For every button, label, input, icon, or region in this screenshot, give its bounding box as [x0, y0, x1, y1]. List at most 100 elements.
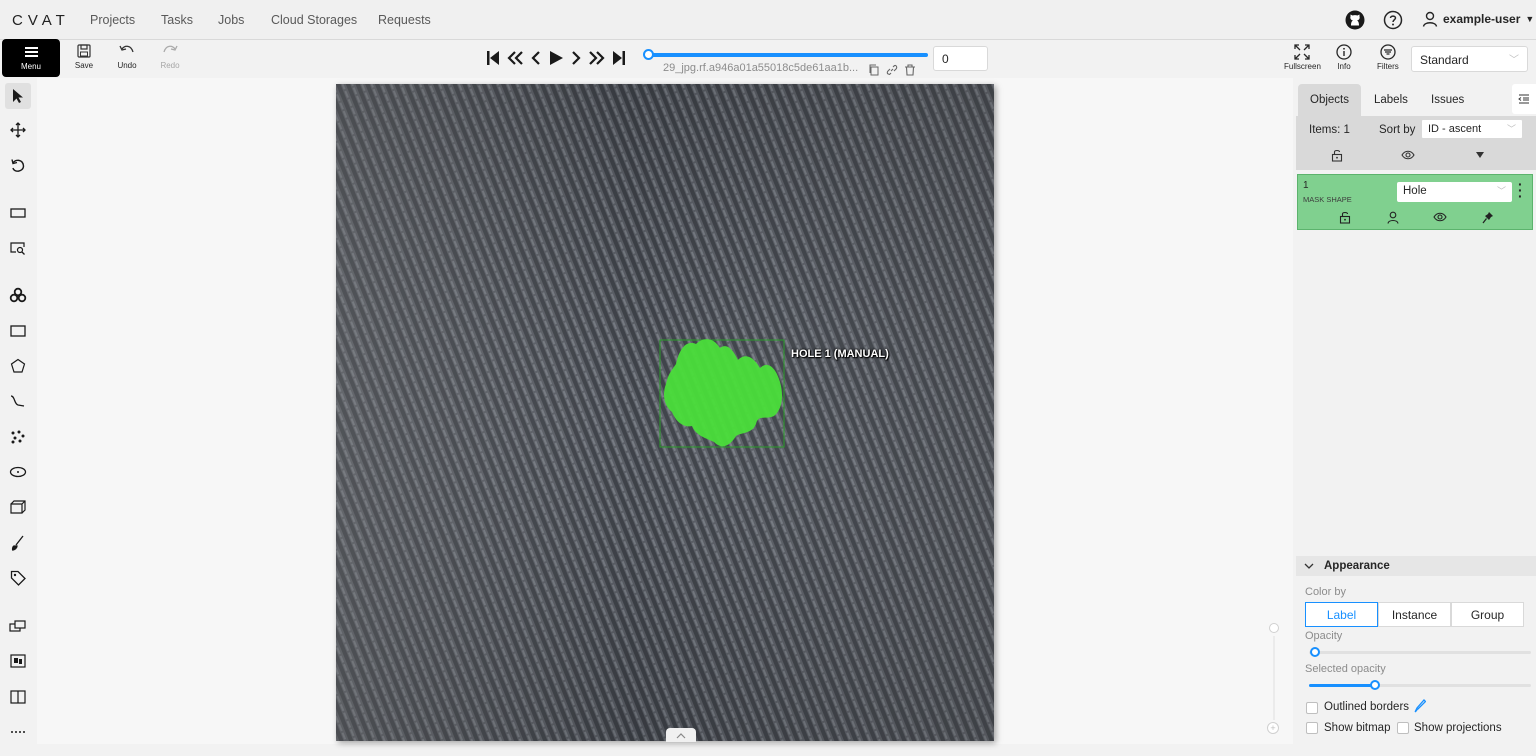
- top-navigation-bar: CVAT Projects Tasks Jobs Cloud Storages …: [0, 0, 1536, 40]
- menu-button[interactable]: Menu: [2, 39, 60, 77]
- ai-tools-icon: [9, 287, 27, 303]
- more-tools[interactable]: [5, 719, 31, 745]
- object-label-select[interactable]: Hole ﹀: [1397, 182, 1512, 202]
- show-projections-checkbox[interactable]: [1397, 722, 1409, 734]
- appearance-panel: Appearance Color by Label Instance Group…: [1296, 556, 1536, 756]
- draw-cuboid-tool[interactable]: [5, 494, 31, 520]
- fullscreen-icon: [1294, 44, 1311, 60]
- cvat-logo[interactable]: CVAT: [12, 12, 70, 29]
- cursor-icon: [13, 89, 23, 103]
- eye-all-icon[interactable]: [1401, 149, 1415, 161]
- tab-objects[interactable]: Objects: [1298, 84, 1361, 116]
- step-forward-icon[interactable]: [588, 50, 606, 66]
- play-icon[interactable]: [548, 50, 564, 66]
- undo-button[interactable]: Undo: [109, 44, 145, 70]
- lock-icon[interactable]: [1339, 211, 1351, 224]
- redo-button[interactable]: Redo: [152, 44, 188, 70]
- fullscreen-button[interactable]: Fullscreen: [1284, 44, 1321, 71]
- caret-down-icon[interactable]: [1475, 151, 1485, 159]
- draw-points-tool[interactable]: [5, 424, 31, 450]
- link-icon[interactable]: [886, 64, 898, 76]
- pin-icon[interactable]: [1482, 211, 1494, 224]
- outlined-borders-label: Outlined borders: [1324, 701, 1410, 713]
- filename-actions: [868, 64, 916, 76]
- color-picker-icon[interactable]: [1414, 699, 1426, 713]
- previous-frame-icon[interactable]: [530, 50, 542, 66]
- fit-image-tool[interactable]: [5, 200, 31, 226]
- zoom-in-icon[interactable]: +: [1267, 722, 1279, 734]
- last-frame-icon[interactable]: [612, 50, 626, 66]
- nav-link-tasks[interactable]: Tasks: [161, 13, 193, 27]
- move-tool[interactable]: [5, 117, 31, 143]
- hamburger-icon: [25, 47, 38, 59]
- workspace-select[interactable]: Standard ﹀: [1411, 46, 1528, 72]
- merge-shapes-tool[interactable]: [5, 613, 31, 639]
- object-more-icon[interactable]: · · ·: [1518, 177, 1523, 203]
- frame-number-input[interactable]: 0: [933, 46, 988, 71]
- nav-link-jobs[interactable]: Jobs: [218, 13, 244, 27]
- color-by-label: Color by: [1305, 586, 1346, 598]
- color-by-group-option[interactable]: Group: [1451, 602, 1524, 627]
- split-track-tool[interactable]: [5, 684, 31, 710]
- frame-slider-handle[interactable]: [643, 49, 654, 60]
- show-bitmap-checkbox[interactable]: [1306, 722, 1318, 734]
- sort-select[interactable]: ID - ascent ﹀: [1421, 119, 1523, 139]
- user-icon[interactable]: [1387, 211, 1399, 224]
- github-icon[interactable]: [1345, 10, 1365, 35]
- opacity-slider-track[interactable]: [1309, 651, 1531, 654]
- items-count: Items: 1: [1309, 124, 1350, 136]
- color-by-label-option[interactable]: Label: [1305, 602, 1378, 627]
- points-icon: [11, 430, 25, 444]
- draw-polyline-tool[interactable]: [5, 388, 31, 414]
- annotation-toolbar: Menu Save Undo Redo 29_jpg.rf.a946a01a55…: [0, 39, 1536, 78]
- frame-slider-track[interactable]: [648, 53, 928, 57]
- frame-image[interactable]: [336, 84, 994, 741]
- polyline-icon: [10, 395, 25, 407]
- opacity-slider-handle[interactable]: [1310, 647, 1320, 657]
- next-frame-icon[interactable]: [570, 50, 582, 66]
- filters-button[interactable]: Filters: [1377, 44, 1399, 71]
- rectangle-icon: [10, 325, 26, 337]
- delete-icon[interactable]: [904, 64, 916, 76]
- save-button[interactable]: Save: [66, 44, 102, 70]
- selected-opacity-slider-handle[interactable]: [1370, 680, 1380, 690]
- user-menu[interactable]: example-user ▼: [1422, 11, 1534, 27]
- info-button[interactable]: Info: [1336, 44, 1352, 71]
- chevron-down-icon: [1304, 563, 1314, 569]
- lock-all-icon[interactable]: [1331, 149, 1343, 162]
- color-by-instance-option[interactable]: Instance: [1378, 602, 1451, 627]
- merge-icon: [9, 620, 26, 632]
- nav-link-cloud-storages[interactable]: Cloud Storages: [271, 13, 357, 27]
- cursor-tool[interactable]: [5, 83, 31, 109]
- draw-mask-tool[interactable]: [5, 530, 31, 556]
- canvas-collapse-handle[interactable]: [666, 728, 696, 742]
- fullscreen-label: Fullscreen: [1284, 62, 1321, 71]
- help-icon[interactable]: [1383, 10, 1403, 35]
- object-item[interactable]: 1 MASK SHAPE Hole ﹀ · · ·: [1297, 174, 1533, 230]
- zoom-slider-top[interactable]: [1269, 623, 1279, 633]
- nav-link-requests[interactable]: Requests: [378, 13, 431, 27]
- draw-ellipse-tool[interactable]: [5, 459, 31, 485]
- sidebar-tabs: Objects Labels Issues: [1296, 84, 1536, 116]
- nav-link-projects[interactable]: Projects: [90, 13, 135, 27]
- draw-rectangle-tool[interactable]: [5, 318, 31, 344]
- sidebar-collapse-button[interactable]: [1512, 84, 1536, 114]
- caret-down-icon: ▼: [1525, 14, 1535, 24]
- step-backward-icon[interactable]: [506, 50, 524, 66]
- zoom-slider-track[interactable]: [1273, 636, 1275, 720]
- setup-tag-tool[interactable]: [5, 565, 31, 591]
- tag-icon: [10, 570, 26, 586]
- first-frame-icon[interactable]: [486, 50, 500, 66]
- tab-labels[interactable]: Labels: [1362, 84, 1420, 116]
- zoom-region-tool[interactable]: [5, 235, 31, 261]
- eye-icon[interactable]: [1433, 211, 1447, 223]
- outlined-borders-checkbox[interactable]: [1306, 702, 1318, 714]
- rotate-tool[interactable]: [5, 153, 31, 179]
- appearance-header[interactable]: Appearance: [1296, 556, 1536, 576]
- draw-polygon-tool[interactable]: [5, 353, 31, 379]
- selected-opacity-slider-fill: [1309, 684, 1375, 687]
- group-shapes-tool[interactable]: [5, 648, 31, 674]
- copy-icon[interactable]: [868, 64, 880, 76]
- tab-issues[interactable]: Issues: [1419, 84, 1476, 116]
- openvino-tool[interactable]: [5, 282, 31, 308]
